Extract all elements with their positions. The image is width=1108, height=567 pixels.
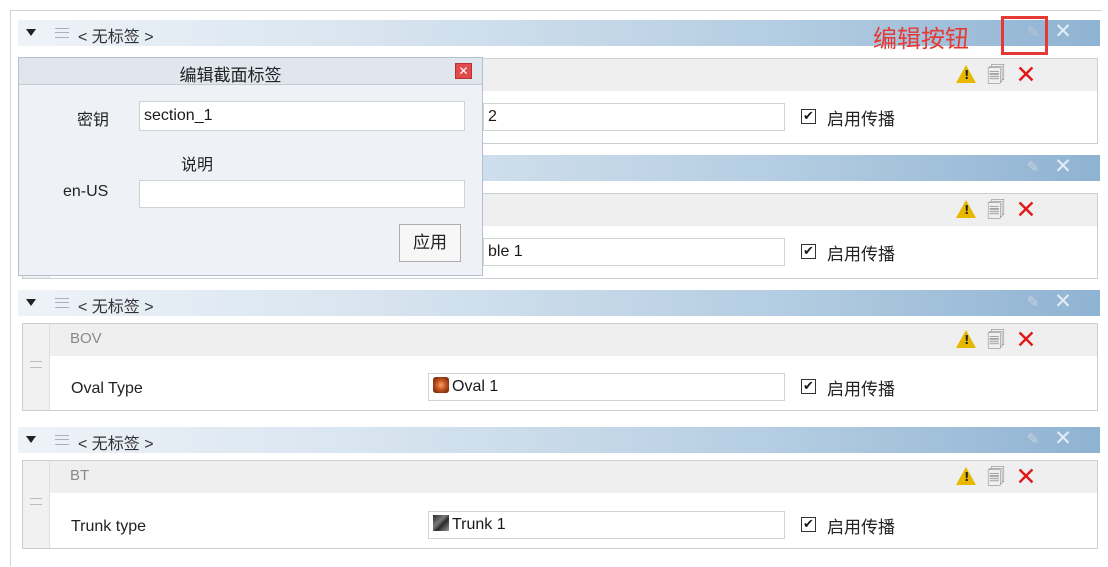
dialog-titlebar[interactable]: 编辑截面标签 ✕	[19, 58, 482, 85]
expand-arrow-icon[interactable]	[26, 29, 36, 36]
section-header-4[interactable]: < 无标签 > ✎ ✕	[18, 427, 1100, 453]
enable-propagation-label: 启用传播	[827, 380, 895, 399]
item-name: BOV	[70, 330, 102, 347]
enable-propagation-checkbox[interactable]: ✔	[801, 109, 816, 124]
property-value-field[interactable]: ble 1	[483, 238, 785, 266]
edit-pencil-icon[interactable]: ✎	[1024, 431, 1042, 449]
property-value-field[interactable]: Trunk 1	[428, 511, 785, 539]
item-name: BT	[70, 467, 90, 484]
item-grip[interactable]	[23, 324, 50, 410]
enable-propagation-label: 启用传播	[827, 110, 895, 129]
warning-icon[interactable]: !	[956, 200, 976, 218]
notes-icon[interactable]: 🗐	[986, 330, 1006, 350]
notes-icon[interactable]: 🗐	[986, 65, 1006, 85]
enable-propagation-label: 启用传播	[827, 245, 895, 264]
section-title: < 无标签 >	[78, 29, 154, 46]
section-item-4: BT ! 🗐 ✕ Trunk type Trunk 1 ✔ 启用传播	[22, 460, 1098, 549]
section-item-3: BOV ! 🗐 ✕ Oval Type Oval 1 ✔ 启用传播	[22, 323, 1098, 411]
edit-pencil-icon[interactable]: ✎	[1024, 294, 1042, 312]
delete-item-red-x-icon[interactable]: ✕	[1015, 327, 1037, 353]
trunk-icon	[433, 515, 449, 531]
key-input[interactable]: section_1	[139, 101, 465, 131]
section-header-3[interactable]: < 无标签 > ✎ ✕	[18, 290, 1100, 316]
description-label: 说明	[181, 157, 214, 174]
delete-item-red-x-icon[interactable]: ✕	[1015, 197, 1037, 223]
warning-icon[interactable]: !	[956, 467, 976, 485]
delete-section-close-icon[interactable]: ✕	[1053, 428, 1073, 450]
drag-grip-icon[interactable]	[55, 28, 69, 38]
warning-icon[interactable]: !	[956, 330, 976, 348]
warning-icon[interactable]: !	[956, 65, 976, 83]
expand-arrow-icon[interactable]	[26, 299, 36, 306]
item-header: BT ! 🗐 ✕	[50, 461, 1097, 493]
key-label: 密钥	[77, 112, 110, 129]
enable-propagation-checkbox[interactable]: ✔	[801, 517, 816, 532]
item-header: BOV ! 🗐 ✕	[50, 324, 1097, 356]
property-label: Oval Type	[71, 380, 143, 397]
property-label: Trunk type	[71, 518, 146, 535]
section-title: < 无标签 >	[78, 436, 154, 453]
enable-propagation-label: 启用传播	[827, 518, 895, 537]
property-value-field[interactable]: 2	[483, 103, 785, 131]
section-title: < 无标签 >	[78, 299, 154, 316]
drag-grip-icon[interactable]	[55, 435, 69, 445]
enable-propagation-checkbox[interactable]: ✔	[801, 379, 816, 394]
delete-item-red-x-icon[interactable]: ✕	[1015, 464, 1037, 490]
delete-item-red-x-icon[interactable]: ✕	[1015, 62, 1037, 88]
drag-grip-icon[interactable]	[55, 298, 69, 308]
dialog-title: 编辑截面标签	[179, 66, 282, 85]
dialog-close-icon[interactable]: ✕	[455, 63, 472, 79]
oval-icon	[433, 377, 449, 393]
property-value-field[interactable]: Oval 1	[428, 373, 785, 401]
edit-pencil-icon[interactable]: ✎	[1024, 159, 1042, 177]
delete-section-close-icon[interactable]: ✕	[1053, 156, 1073, 178]
enable-propagation-checkbox[interactable]: ✔	[801, 244, 816, 259]
delete-section-close-icon[interactable]: ✕	[1053, 21, 1073, 43]
locale-description-input[interactable]	[139, 180, 465, 208]
locale-label: en-US	[63, 183, 109, 200]
expand-arrow-icon[interactable]	[26, 436, 36, 443]
edit-section-label-dialog: 编辑截面标签 ✕ 密钥 section_1 说明 en-US 应用	[18, 57, 483, 276]
item-grip[interactable]	[23, 461, 50, 548]
edit-button-highlight-box	[1001, 16, 1048, 55]
notes-icon[interactable]: 🗐	[986, 200, 1006, 220]
drag-grip-icon[interactable]	[30, 361, 42, 368]
apply-button[interactable]: 应用	[399, 224, 461, 262]
drag-grip-icon[interactable]	[30, 498, 42, 505]
edit-button-annotation: 编辑按钮	[873, 25, 969, 53]
delete-section-close-icon[interactable]: ✕	[1053, 291, 1073, 313]
notes-icon[interactable]: 🗐	[986, 467, 1006, 487]
